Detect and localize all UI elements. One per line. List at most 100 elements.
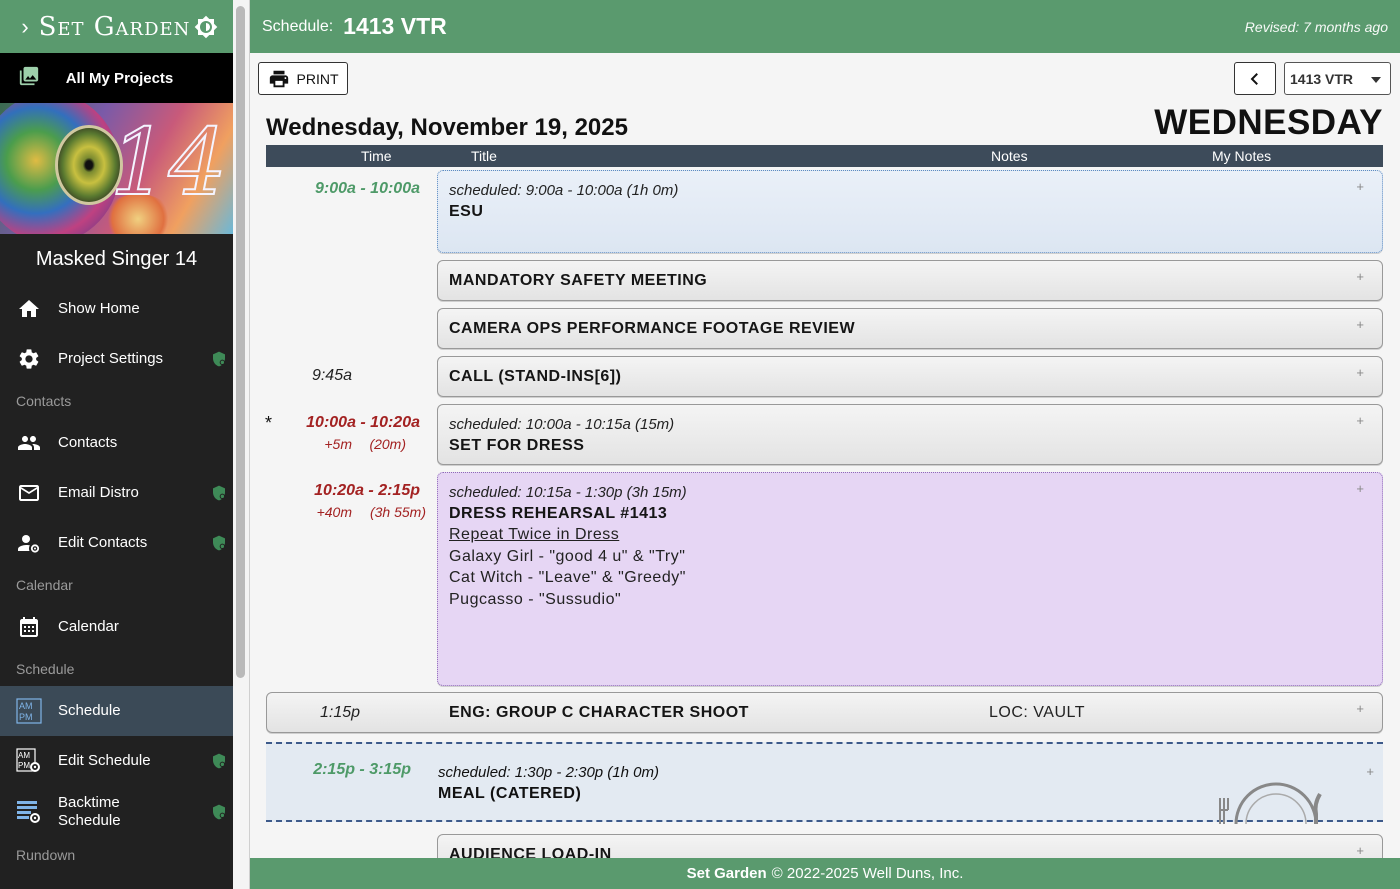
sidebar-item-edit-contacts[interactable]: Edit Contacts [0, 518, 233, 568]
sidebar-item-show-home[interactable]: Show Home [0, 284, 233, 334]
backtime-label-line2: Schedule [58, 812, 121, 829]
item-title: SET FOR DRESS [449, 437, 585, 454]
shield-icon [213, 804, 225, 820]
schedule-item-meal[interactable]: 2:15p - 3:15p scheduled: 1:30p - 2:30p (… [266, 742, 1383, 824]
scrollbar-thumb[interactable] [236, 6, 245, 678]
item-note: Galaxy Girl - "good 4 u" & "Try" [449, 548, 686, 565]
theme-icon[interactable] [193, 14, 219, 40]
schedule-icon: AM PM [16, 698, 42, 724]
schedule-item-esu[interactable]: scheduled: 9:00a - 10:00a (1h 0m) ESU + [437, 170, 1383, 253]
sidebar-item-schedule[interactable]: AM PM Schedule [0, 686, 233, 736]
footer-copyright: © 2022-2025 Well Duns, Inc. [771, 865, 964, 882]
schedule-item-camera[interactable]: CAMERA OPS PERFORMANCE FOOTAGE REVIEW + [437, 308, 1383, 349]
chevron-right-icon[interactable]: › [14, 14, 36, 40]
schedule-item-call[interactable]: CALL (STAND-INS[6]) + [437, 356, 1383, 397]
sidebar-item-label: Contacts [58, 434, 118, 451]
col-time: Time [361, 148, 392, 164]
item-note: Repeat Twice in Dress [449, 526, 620, 543]
svg-text:AM: AM [18, 751, 30, 760]
expand-button[interactable]: + [1356, 269, 1364, 284]
page-date: Wednesday, November 19, 2025 [266, 114, 628, 141]
sidebar-header: › Set Garden [0, 0, 233, 53]
row-time: 9:45a [311, 367, 352, 384]
schedule-item-audience[interactable]: AUDIENCE LOAD-IN + [437, 834, 1383, 858]
row-time: 2:15p - 3:15p [313, 761, 411, 778]
schedule-name: 1413 VTR [343, 13, 447, 39]
row-offset: +5m [324, 436, 352, 452]
schedule-item-set-for-dress[interactable]: scheduled: 10:00a - 10:15a (15m) SET FOR… [437, 404, 1383, 465]
shield-icon [213, 535, 225, 551]
scheduled-text: scheduled: 9:00a - 10:00a (1h 0m) [449, 182, 679, 199]
all-projects-link[interactable]: All My Projects [0, 53, 233, 103]
shield-icon [213, 485, 225, 501]
chevron-down-icon [1371, 77, 1381, 83]
sidebar-item-label: Show Home [58, 300, 140, 317]
nav-section-schedule: Schedule [16, 661, 75, 677]
expand-button[interactable]: + [1356, 179, 1364, 194]
backtime-icon [16, 799, 42, 825]
table-header: Time Title Notes My Notes [266, 145, 1383, 167]
shield-icon [213, 351, 225, 367]
sidebar-item-label: Schedule [58, 702, 121, 719]
schedule-select-value: 1413 VTR [1290, 70, 1354, 87]
row-duration: (20m) [369, 436, 406, 452]
sidebar-item-contacts[interactable]: Contacts [0, 418, 233, 468]
sidebar: › Set Garden All My Projects 14 Masked S… [0, 0, 233, 889]
page-header: Schedule: 1413 VTR Revised: 7 months ago [250, 0, 1400, 53]
nav-section-rundown: Rundown [16, 847, 76, 863]
expand-button[interactable]: + [1366, 764, 1374, 779]
expand-button[interactable]: + [1356, 365, 1364, 380]
all-projects-label: All My Projects [65, 69, 174, 87]
sidebar-item-project-settings[interactable]: Project Settings [0, 334, 233, 384]
project-art-number: 14 [109, 109, 228, 216]
expand-button[interactable]: + [1356, 481, 1364, 496]
schedule-item-dress-rehearsal[interactable]: scheduled: 10:15a - 1:30p (3h 15m) DRESS… [437, 472, 1383, 686]
col-notes: Notes [991, 148, 1028, 164]
app-brand[interactable]: Set Garden [36, 12, 193, 42]
sidebar-item-calendar[interactable]: Calendar [0, 602, 233, 652]
sidebar-item-edit-schedule[interactable]: AM PM Edit Schedule [0, 736, 233, 786]
footer-brand: Set Garden [686, 865, 767, 882]
scheduled-text: scheduled: 10:00a - 10:15a (15m) [449, 416, 675, 433]
item-title: MEAL (CATERED) [438, 785, 582, 802]
sidebar-item-backtime-schedule[interactable]: Backtime Schedule [0, 786, 233, 838]
expand-button[interactable]: + [1356, 413, 1364, 428]
svg-text:PM: PM [18, 761, 30, 770]
schedule-item-eng-shoot[interactable]: 1:15p ENG: GROUP C CHARACTER SHOOT LOC: … [266, 692, 1383, 733]
item-title: DRESS REHEARSAL #1413 [449, 505, 668, 522]
schedule-label: Schedule: [262, 17, 334, 35]
scheduled-text: scheduled: 10:15a - 1:30p (3h 15m) [449, 484, 687, 501]
row-time: 1:15p [320, 704, 361, 721]
mail-icon [16, 480, 42, 506]
home-icon [16, 296, 42, 322]
item-notes: LOC: VAULT [989, 704, 1085, 721]
item-title: CAMERA OPS PERFORMANCE FOOTAGE REVIEW [449, 320, 856, 337]
item-title: ENG: GROUP C CHARACTER SHOOT [449, 704, 749, 721]
row-time: 10:00a - 10:20a [306, 414, 420, 431]
scheduled-text: scheduled: 1:30p - 2:30p (1h 0m) [438, 764, 659, 781]
svg-text:PM: PM [19, 712, 33, 722]
row-time: 10:20a - 2:15p [314, 482, 420, 499]
expand-button[interactable]: + [1356, 701, 1364, 716]
backtime-label-line1: Backtime [58, 794, 120, 811]
col-my-notes: My Notes [1212, 148, 1272, 164]
expand-button[interactable]: + [1356, 843, 1364, 858]
sidebar-item-label: Edit Schedule [58, 752, 151, 769]
schedule-select[interactable]: 1413 VTR [1284, 62, 1391, 95]
nav-section-contacts: Contacts [16, 393, 72, 409]
calendar-icon [16, 614, 42, 640]
expand-button[interactable]: + [1356, 317, 1364, 332]
sidebar-item-label: Edit Contacts [58, 534, 148, 551]
print-label: PRINT [296, 70, 339, 87]
row-time: 9:00a - 10:00a [315, 180, 420, 197]
plate-icon [1219, 782, 1322, 824]
sidebar-scrollbar[interactable] [233, 0, 250, 889]
sidebar-item-email-distro[interactable]: Email Distro [0, 468, 233, 518]
print-button[interactable]: PRINT [258, 62, 348, 95]
schedule-item-safety[interactable]: MANDATORY SAFETY MEETING + [437, 260, 1383, 301]
revised-text: Revised: 7 months ago [1244, 18, 1388, 35]
previous-day-button[interactable] [1234, 62, 1276, 95]
nav-section-calendar: Calendar [16, 577, 73, 593]
people-icon [16, 430, 42, 456]
page-day: WEDNESDAY [1154, 103, 1383, 142]
